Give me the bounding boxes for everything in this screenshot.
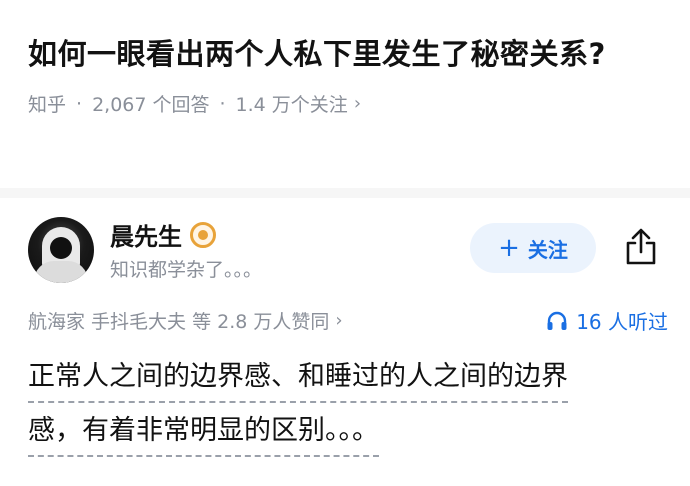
headphones-icon [547, 311, 567, 330]
answer-line: 感，有着非常明显的区别。。。 [28, 409, 379, 457]
answer-line: 正常人之间的边界感、和睡过的人之间的边界 [28, 355, 568, 403]
meta-dot: · [219, 92, 226, 115]
chevron-right-icon: › [335, 310, 343, 331]
answers-count: 2,067 个回答 [92, 94, 210, 116]
endorsers-link[interactable]: 航海家 手抖毛大夫 等 2.8 万人赞同 › [28, 307, 343, 334]
follow-button[interactable]: + 关注 [470, 223, 596, 273]
follow-label: 关注 [527, 237, 568, 262]
badge-icon [190, 221, 216, 248]
author-name-row: 晨先生 [110, 217, 216, 252]
plus-icon: + [498, 233, 520, 263]
author-bio: 知识都学杂了。。。 [110, 259, 263, 281]
author-name[interactable]: 晨先生 [110, 217, 182, 252]
question-meta[interactable]: 知乎 · 2,067 个回答 · 1.4 万个关注 › [28, 90, 648, 117]
listen-text: 16 人听过 [576, 310, 668, 334]
question-header: 如何一眼看出两个人私下里发生了秘密关系? 知乎 · 2,067 个回答 · 1.… [28, 30, 648, 117]
source-label: 知乎 [28, 94, 67, 116]
question-title[interactable]: 如何一眼看出两个人私下里发生了秘密关系? [28, 30, 648, 78]
answer-content[interactable]: 正常人之间的边界感、和睡过的人之间的边界 感，有着非常明显的区别。。。 [28, 355, 658, 463]
followers-count: 1.4 万个关注 [235, 94, 348, 116]
section-divider [0, 188, 690, 198]
meta-dot: · [76, 92, 83, 115]
share-icon[interactable] [622, 227, 660, 267]
endorsers-text: 航海家 手抖毛大夫 等 2.8 万人赞同 [28, 311, 330, 333]
stats-row: 航海家 手抖毛大夫 等 2.8 万人赞同 › 16 人听过 [28, 306, 668, 335]
author-bar: 晨先生 知识都学杂了。。。 + 关注 [28, 213, 668, 283]
avatar[interactable] [28, 217, 94, 283]
listen-count[interactable]: 16 人听过 [546, 306, 668, 335]
chevron-right-icon: › [353, 93, 362, 114]
